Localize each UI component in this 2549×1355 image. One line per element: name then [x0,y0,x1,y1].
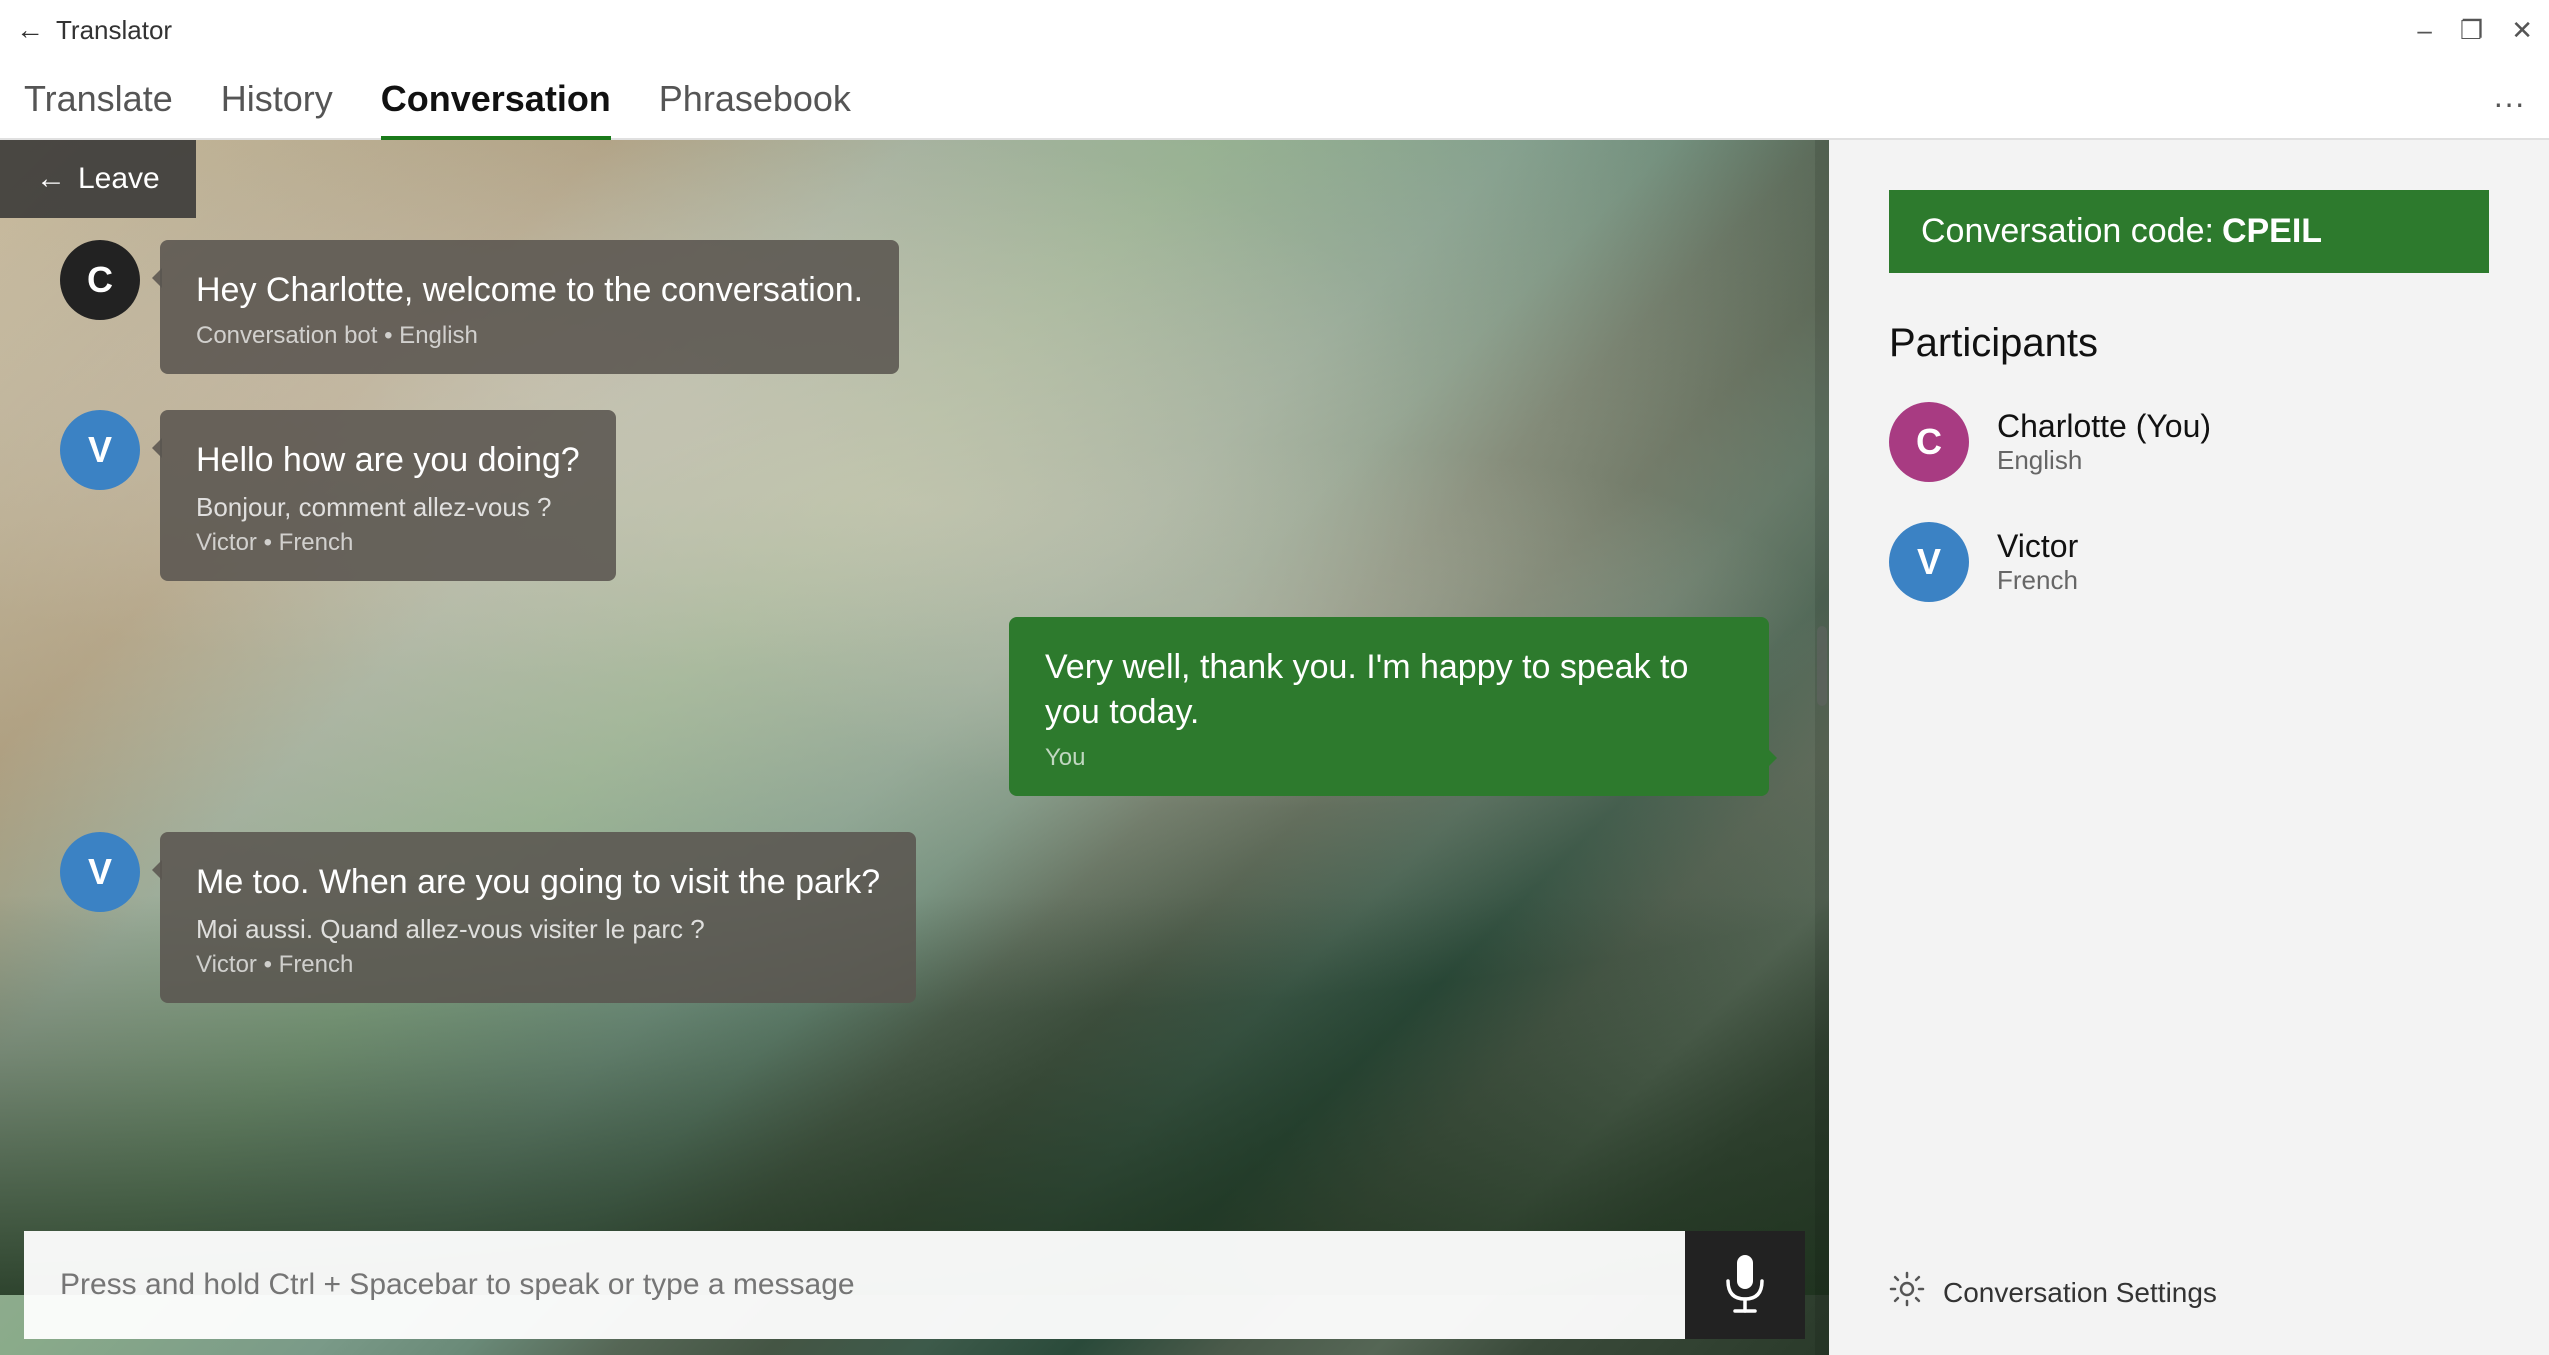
avatar: V [60,832,140,912]
leave-arrow-icon: ← [36,162,66,196]
chat-messages: C Hey Charlotte, welcome to the conversa… [0,140,1829,1215]
settings-gear-icon [1889,1271,1925,1307]
input-area [0,1215,1829,1355]
participants-heading: Participants [1889,321,2489,366]
participant-info: Charlotte (You) English [1997,408,2211,476]
avatar: C [60,240,140,320]
message-sub-text: Bonjour, comment allez-vous ? [196,492,580,523]
tab-history[interactable]: History [221,60,333,140]
microphone-button[interactable] [1685,1231,1805,1339]
message-row: V Me too. When are you going to visit th… [60,832,1769,1003]
main-layout: ← Leave C Hey Charlotte, welcome to the … [0,140,2549,1355]
message-meta: Victor • French [196,951,880,979]
app-title: Translator [56,15,172,46]
conversation-settings-button[interactable]: Conversation Settings [1889,1231,2489,1315]
message-meta: Victor • French [196,529,580,557]
message-row: C Hey Charlotte, welcome to the conversa… [60,240,1769,374]
message-meta: You [1045,744,1733,772]
participant-item: C Charlotte (You) English [1889,402,2489,482]
gear-icon [1889,1271,1925,1315]
message-main-text: Hello how are you doing? [196,438,580,482]
chat-area: ← Leave C Hey Charlotte, welcome to the … [0,140,1829,1355]
back-button[interactable]: ← [16,14,44,46]
message-bubble: Hey Charlotte, welcome to the conversati… [160,240,899,374]
participant-item: V Victor French [1889,522,2489,602]
window-controls: – ❐ ✕ [2417,15,2533,46]
tab-translate[interactable]: Translate [24,60,173,140]
minimize-button[interactable]: – [2417,15,2431,46]
message-row: V Hello how are you doing? Bonjour, comm… [60,410,1769,581]
tab-phrasebook[interactable]: Phrasebook [659,60,851,140]
conv-code-label: Conversation code: [1921,212,2214,251]
leave-label: Leave [78,162,160,196]
microphone-icon [1720,1253,1770,1318]
maximize-button[interactable]: ❐ [2460,15,2483,46]
message-main-text: Me too. When are you going to visit the … [196,860,880,904]
conv-code-value: CPEIL [2222,212,2322,251]
titlebar-left: ← Translator [16,14,172,46]
leave-button[interactable]: ← Leave [0,140,196,218]
participant-name: Victor [1997,528,2078,565]
avatar: V [60,410,140,490]
message-main-text: Very well, thank you. I'm happy to speak… [1045,645,1733,733]
participant-language: French [1997,565,2078,596]
conv-settings-label: Conversation Settings [1943,1277,2217,1309]
conversation-code-bar: Conversation code: CPEIL [1889,190,2489,273]
message-main-text: Hey Charlotte, welcome to the conversati… [196,268,863,312]
titlebar: ← Translator – ❐ ✕ [0,0,2549,60]
scrollbar-thumb[interactable] [1817,626,1827,706]
right-panel: Conversation code: CPEIL Participants C … [1829,140,2549,1355]
participant-name: Charlotte (You) [1997,408,2211,445]
participant-info: Victor French [1997,528,2078,596]
message-row: Very well, thank you. I'm happy to speak… [60,617,1769,795]
scrollbar-track[interactable] [1815,140,1829,1355]
close-button[interactable]: ✕ [2511,15,2533,46]
participant-language: English [1997,445,2211,476]
tab-conversation[interactable]: Conversation [381,60,611,140]
message-bubble: Very well, thank you. I'm happy to speak… [1009,617,1769,795]
message-meta: Conversation bot • English [196,322,863,350]
message-bubble: Hello how are you doing? Bonjour, commen… [160,410,616,581]
message-input[interactable] [24,1231,1685,1339]
more-options-button[interactable]: ··· [2493,85,2525,138]
nav-tabs: Translate History Conversation Phraseboo… [0,60,2549,140]
participant-avatar: V [1889,522,1969,602]
message-sub-text: Moi aussi. Quand allez-vous visiter le p… [196,914,880,945]
participant-avatar: C [1889,402,1969,482]
message-bubble: Me too. When are you going to visit the … [160,832,916,1003]
